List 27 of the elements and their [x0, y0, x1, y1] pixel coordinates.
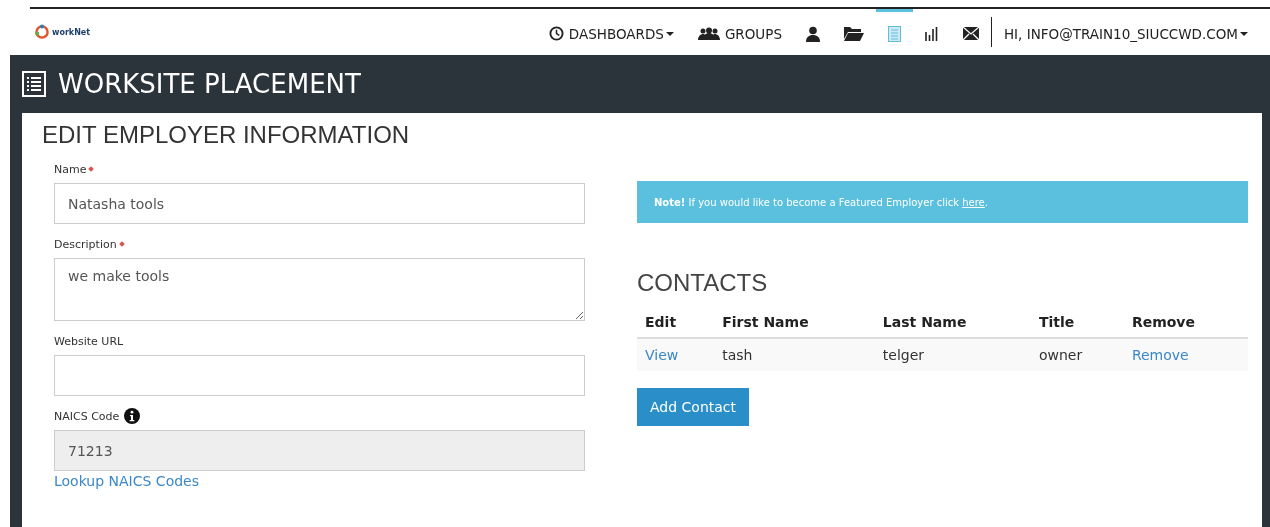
group-icon [697, 26, 720, 41]
logo[interactable]: workNet [34, 24, 91, 40]
lookup-link[interactable]: Lookup NAICS Codes [54, 473, 585, 489]
note-text: Note! If you would like to become a Featured Employer click here. [654, 196, 988, 208]
remove-link[interactable]: Remove [1123, 338, 1248, 371]
nav-link[interactable]: GROUPS [685, 9, 794, 55]
contacts-heading: CONTACTS [637, 269, 769, 297]
text-area[interactable]: we make tools [54, 258, 585, 321]
table-cell: telger [874, 338, 1031, 371]
caret-icon [665, 31, 674, 36]
caret-icon [1240, 31, 1248, 36]
page-title: WORKSITE PLACEMENT [58, 69, 361, 99]
section-title: EDIT EMPLOYER INFORMATION [42, 121, 411, 149]
view-link[interactable]: View [637, 338, 715, 371]
field-label: Description [54, 237, 117, 251]
table-cell: tash [714, 338, 875, 371]
nav-menu[interactable]: HI, INFO@TRAIN10_SIUCCWD.COM [991, 9, 1260, 55]
nav-menu[interactable]: DASHBOARDS [536, 9, 686, 55]
list-icon [22, 71, 46, 97]
input-field[interactable] [54, 355, 585, 396]
table-cell: owner [1030, 338, 1124, 371]
field-label: Website URL [54, 334, 124, 348]
add-contact-button[interactable]: Add Contact [637, 388, 750, 426]
clock-icon [548, 26, 564, 41]
field-label: NAICS Code [54, 409, 120, 423]
field-label: Name [54, 162, 87, 176]
input-field[interactable]: Natasha tools [54, 183, 585, 224]
